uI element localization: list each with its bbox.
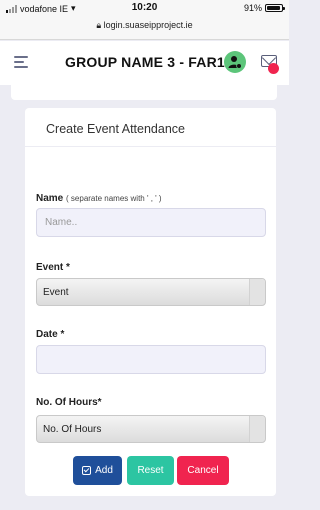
add-button-label: Add [95, 465, 113, 476]
event-selected-value: Event [43, 286, 69, 298]
reset-button[interactable]: Reset [127, 456, 174, 485]
create-event-attendance-card: Create Event Attendance Name ( separate … [25, 108, 276, 496]
name-hint: ( separate names with ' , ' ) [66, 194, 162, 203]
hours-select[interactable]: No. Of Hours [36, 415, 266, 443]
name-input[interactable] [36, 208, 266, 237]
hours-label: No. Of Hours* [36, 397, 102, 408]
user-settings-icon[interactable] [224, 51, 246, 73]
previous-card-edge [11, 85, 277, 100]
url-text: login.suaseipproject.ie [103, 20, 193, 30]
hours-selected-value: No. Of Hours [43, 423, 102, 435]
dropdown-arrow-icon [249, 416, 265, 442]
name-label-text: Name [36, 193, 64, 204]
hamburger-icon[interactable] [14, 56, 28, 68]
event-label: Event * [36, 262, 70, 273]
address-bar[interactable]: 🔒︎ login.suaseipproject.ie [0, 20, 289, 31]
app-header: GROUP NAME 3 - FAR1 [0, 41, 289, 85]
battery-icon [265, 4, 285, 12]
status-right: 91% [243, 3, 285, 13]
battery-percent: 91% [243, 3, 262, 13]
check-square-icon [82, 466, 92, 475]
divider [25, 146, 276, 147]
date-input[interactable] [36, 345, 266, 374]
date-label: Date * [36, 329, 65, 340]
dropdown-arrow-icon [249, 279, 265, 305]
card-title: Create Event Attendance [46, 122, 185, 136]
name-label: Name ( separate names with ' , ' ) [36, 193, 162, 204]
add-button[interactable]: Add [73, 456, 122, 485]
cancel-button[interactable]: Cancel [177, 456, 229, 485]
lock-icon: 🔒︎ [96, 20, 102, 30]
notification-badge [268, 63, 279, 74]
status-bar: vodafone IE ▾ 10:20 91% 🔒︎ login.suaseip… [0, 0, 289, 40]
page-title: GROUP NAME 3 - FAR1 [65, 54, 225, 70]
event-select[interactable]: Event [36, 278, 266, 306]
